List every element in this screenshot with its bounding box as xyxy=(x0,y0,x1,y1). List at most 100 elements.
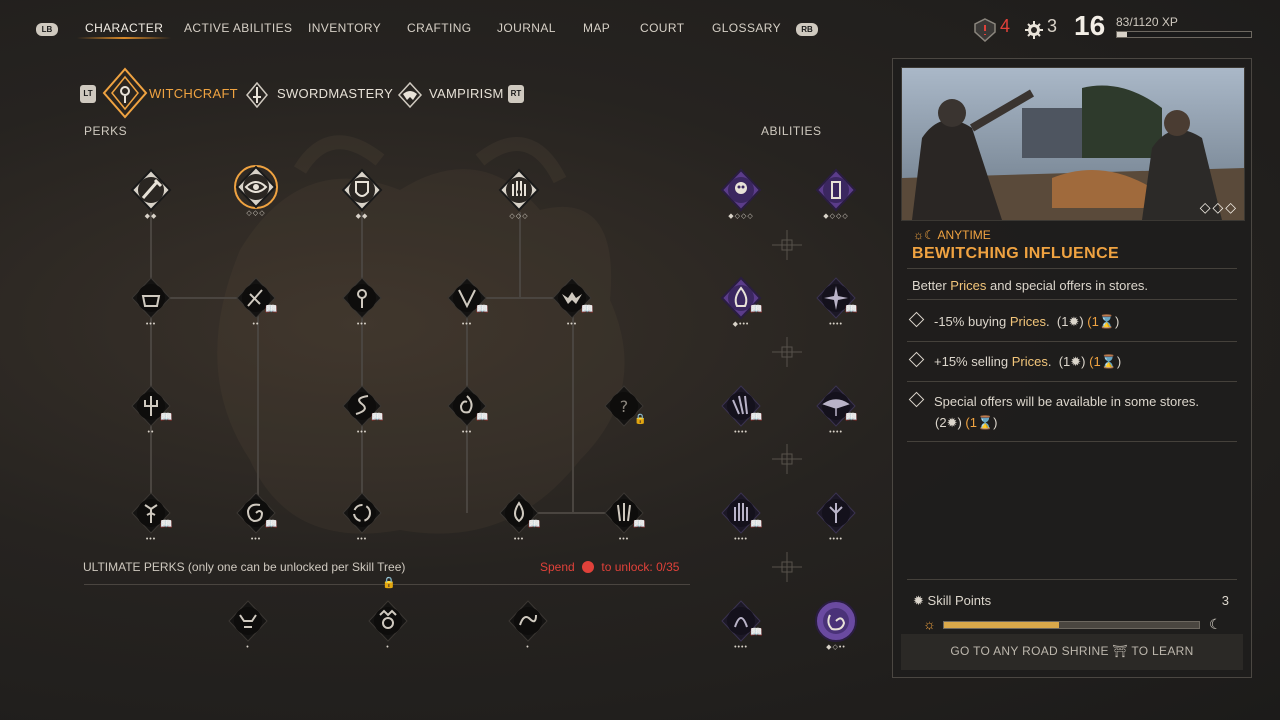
timing-label: ANYTIME xyxy=(937,228,991,242)
perk-node[interactable]: 📖 •• xyxy=(234,276,278,328)
perk-node[interactable]: 📖 ••• xyxy=(129,491,173,543)
crosshair-icon xyxy=(772,337,802,367)
skill-point-icon xyxy=(582,561,595,573)
perk-node[interactable]: ••• xyxy=(129,276,173,328)
crosshair-icon xyxy=(772,552,802,582)
book-icon: 📖 xyxy=(845,304,858,315)
perk-node[interactable]: ◆◆ xyxy=(129,168,173,220)
swordmastery-tab-icon[interactable] xyxy=(245,82,269,108)
learn-text: GO TO ANY ROAD SHRINE xyxy=(950,644,1109,658)
perk-node[interactable]: ••• xyxy=(340,276,384,328)
perk-node[interactable]: 📖 ••• xyxy=(497,491,541,543)
tree-connector xyxy=(572,297,574,513)
tab-glossary[interactable]: GLOSSARY xyxy=(712,21,781,35)
crosshair-icon xyxy=(772,230,802,260)
book-icon: 📖 xyxy=(845,412,858,423)
tab-journal[interactable]: JOURNAL xyxy=(497,21,556,35)
rt-button[interactable]: RT xyxy=(508,85,524,103)
lt-button[interactable]: LT xyxy=(80,85,96,103)
ability-node[interactable]: ◆◇◇◇ xyxy=(719,168,763,220)
tree-connector xyxy=(150,212,152,514)
ultimate-perk-node[interactable]: • xyxy=(366,599,410,651)
effect-cost: (2✹) (1⌛) xyxy=(935,415,998,430)
ultimate-perk-node[interactable]: • xyxy=(506,599,550,651)
book-icon: 📖 xyxy=(160,412,173,423)
tab-map[interactable]: MAP xyxy=(583,21,610,35)
perk-node[interactable]: 📖 ••• xyxy=(340,384,384,436)
perk-node[interactable]: ••• xyxy=(340,491,384,543)
tab-court[interactable]: COURT xyxy=(640,21,684,35)
effect-row: Special offers will be available in some… xyxy=(908,391,1211,433)
effect-row: -15% buying Prices. (1✹) (1⌛) xyxy=(908,311,1120,332)
hand-eye-icon xyxy=(498,168,540,212)
perk-rank-pips: ◇◇◇ xyxy=(509,213,529,220)
tree-tab-witchcraft[interactable]: WITCHCRAFT xyxy=(149,86,238,101)
spend-prefix: Spend xyxy=(540,560,575,574)
ability-node[interactable]: •••• xyxy=(814,491,858,543)
perk-detail-panel: ◇◇◇ ☼☾ ANYTIME BEWITCHING INFLUENCE Bett… xyxy=(892,58,1252,678)
sun-icon: ☼ xyxy=(923,616,936,632)
tab-crafting[interactable]: CRAFTING xyxy=(407,21,472,35)
perk-node-selected[interactable]: ◇◇◇ xyxy=(234,165,278,217)
eye-icon xyxy=(234,165,278,209)
perk-node[interactable]: 📖 ••• xyxy=(234,491,278,543)
xp-bar-fill xyxy=(1117,32,1127,37)
perk-node[interactable]: 📖 ••• xyxy=(445,276,489,328)
learn-footer: GO TO ANY ROAD SHRINE ⛩ TO LEARN xyxy=(901,634,1243,670)
perk-node[interactable]: ◆◆ xyxy=(340,168,384,220)
ability-rank-pips: •••• xyxy=(829,429,843,436)
lb-button[interactable]: LB xyxy=(36,23,58,36)
panel-divider xyxy=(907,268,1237,269)
ability-node[interactable]: 📖 •••• xyxy=(719,384,763,436)
spend-to-unlock: Spend to unlock: 0/35 xyxy=(540,560,679,574)
ability-node[interactable]: 📖 •••• xyxy=(719,599,763,651)
perk-rank-pips: • xyxy=(246,644,250,651)
ability-node[interactable]: ◆◇◇◇ xyxy=(814,168,858,220)
skill-points-count: 3 xyxy=(1047,16,1058,36)
perk-node[interactable]: ◇◇◇ xyxy=(497,168,541,220)
serpent-coil-icon xyxy=(508,600,548,642)
perk-node[interactable]: 📖 ••• xyxy=(602,491,646,543)
ability-node[interactable]: 📖 •••• xyxy=(719,491,763,543)
description-highlight: Prices xyxy=(950,278,987,293)
book-icon: 📖 xyxy=(371,412,384,423)
ultimate-perk-node[interactable]: • xyxy=(226,599,270,651)
cost-value: (1 xyxy=(1058,354,1071,369)
effect-text-end: . xyxy=(1046,314,1050,329)
timing-row: ☼☾ ANYTIME xyxy=(913,228,991,242)
perk-node[interactable]: 📖 ••• xyxy=(445,384,489,436)
effect-cost: (1✹) (1⌛) xyxy=(1056,314,1120,329)
ability-node[interactable]: ◆◇•• xyxy=(814,599,858,651)
ability-rank-pips: •••• xyxy=(829,321,843,328)
book-icon: 📖 xyxy=(476,412,489,423)
crowned-skull-icon xyxy=(368,600,408,642)
tab-character[interactable]: CHARACTER xyxy=(76,21,172,39)
description-text: Better xyxy=(912,278,951,293)
tab-inventory[interactable]: INVENTORY xyxy=(308,21,381,35)
panel-divider xyxy=(907,579,1237,580)
moon-icon: ☾ xyxy=(1209,616,1222,632)
perk-node-hidden[interactable]: ? 🔒 xyxy=(602,384,646,428)
perk-rank-pips: • xyxy=(386,644,390,651)
witchcraft-tab-icon[interactable] xyxy=(102,67,148,119)
vampirism-tab-icon[interactable] xyxy=(397,82,423,108)
tab-active-abilities[interactable]: ACTIVE ABILITIES xyxy=(184,21,292,35)
learn-text-end: TO LEARN xyxy=(1131,644,1194,658)
ability-node[interactable]: 📖 •••• xyxy=(814,384,858,436)
perk-node[interactable]: 📖 ••• xyxy=(550,276,594,328)
ability-node[interactable]: 📖 ◆••• xyxy=(719,276,763,328)
time-value: (1 xyxy=(1089,354,1101,369)
diamond-icon xyxy=(908,351,925,368)
ability-node[interactable]: 📖 •••• xyxy=(814,276,858,328)
skill-point-icon: ✹ xyxy=(913,593,924,608)
ability-rank-pips: ◆◇◇◇ xyxy=(823,213,849,220)
skill-points-label: Skill Points xyxy=(927,593,992,608)
perk-node[interactable]: 📖 •• xyxy=(129,384,173,436)
effect-text: Special offers will be available in some… xyxy=(934,394,1199,409)
effect-text: -15% buying xyxy=(934,314,1010,329)
tree-tab-vampirism[interactable]: VAMPIRISM xyxy=(429,86,504,101)
perk-rank-pips: ••• xyxy=(145,536,157,543)
ability-rank-pips: ◆••• xyxy=(732,321,750,328)
tree-tab-swordmastery[interactable]: SWORDMASTERY xyxy=(277,86,393,101)
rb-button[interactable]: RB xyxy=(796,23,818,36)
